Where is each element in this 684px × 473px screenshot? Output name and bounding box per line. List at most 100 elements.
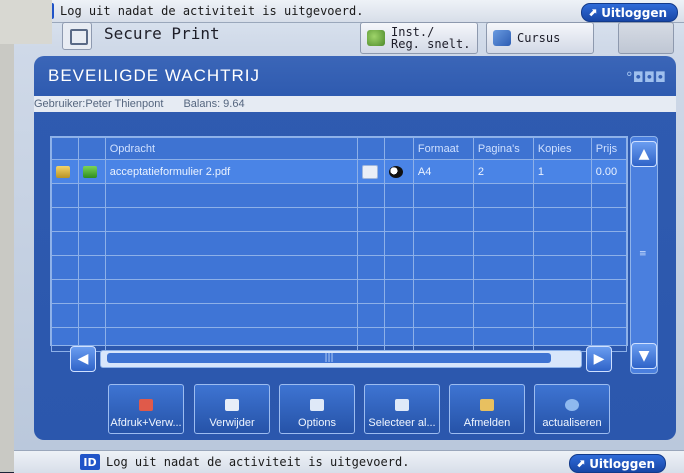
refresh-button[interactable]: actualiseren	[534, 384, 610, 434]
table-cell	[51, 255, 79, 280]
key-icon: ⬈	[575, 457, 586, 470]
delete-button[interactable]: Verwijder	[194, 384, 270, 434]
scroll-left-button[interactable]: ◀	[70, 346, 96, 372]
cursus-button[interactable]: Cursus	[486, 22, 594, 54]
table-cell	[412, 255, 474, 280]
logout-button-top[interactable]: ⬈ Uitloggen	[580, 3, 678, 22]
print-delete-icon	[139, 399, 153, 411]
device-frame-corner	[0, 0, 52, 44]
table-cell	[383, 279, 414, 304]
horizontal-scroll-track[interactable]: |||	[100, 350, 582, 368]
table-cell	[590, 303, 628, 328]
select-all-icon	[395, 399, 409, 411]
register-shortcut-button[interactable]: Inst./ Reg. snelt.	[360, 22, 478, 54]
cursus-icon	[493, 30, 511, 46]
table-cell	[472, 207, 534, 232]
column-header	[77, 137, 106, 160]
table-cell	[104, 279, 359, 304]
cursus-label: Cursus	[517, 31, 561, 45]
job-pages: 2	[472, 159, 534, 184]
table-cell	[383, 303, 414, 328]
table-cell	[590, 231, 628, 256]
vertical-scrollbar[interactable]: ▲ ≡ ▼	[630, 136, 658, 374]
options-button[interactable]: Options	[279, 384, 355, 434]
table-cell	[51, 207, 79, 232]
lock-cell	[51, 159, 79, 184]
top-status-bar: ID Log uit nadat de activiteit is uitgev…	[14, 0, 684, 23]
user-name: Gebruiker:Peter Thienpont	[34, 98, 164, 110]
scroll-right-button[interactable]: ▶	[586, 346, 612, 372]
print-and-delete-button[interactable]: Afdruk+Verw...	[108, 384, 184, 434]
table-cell	[472, 255, 534, 280]
color-cell	[383, 159, 414, 184]
horizontal-scrollbar[interactable]: ◀ ||| ▶	[70, 344, 616, 372]
column-header-kopies[interactable]: Kopies	[532, 137, 592, 160]
action-label: Afdruk+Verw...	[110, 417, 182, 429]
horizontal-scroll-thumb[interactable]: |||	[107, 353, 551, 363]
table-cell	[383, 183, 414, 208]
table-cell	[412, 303, 474, 328]
table-cell	[104, 303, 359, 328]
id-badge-icon: ID	[80, 454, 100, 470]
job-table: Opdracht Formaat Pagina's Kopies Prijs a…	[50, 136, 628, 352]
table-cell	[51, 279, 79, 304]
table-row[interactable]	[51, 231, 628, 256]
table-row[interactable]	[51, 303, 628, 328]
table-cell	[357, 207, 385, 232]
scroll-grip-icon: ≡	[639, 249, 647, 259]
column-header-prijs[interactable]: Prijs	[590, 137, 628, 160]
table-cell	[77, 231, 106, 256]
table-cell	[590, 207, 628, 232]
panel-decoration: °◘◘◘	[625, 70, 666, 86]
table-cell	[357, 255, 385, 280]
table-header-row: Opdracht Formaat Pagina's Kopies Prijs	[51, 137, 628, 160]
table-cell	[532, 303, 592, 328]
color-mode-icon	[388, 165, 403, 178]
user-info-bar: Gebruiker:Peter Thienpont Balans: 9.64	[34, 96, 676, 112]
table-cell	[532, 207, 592, 232]
select-all-button[interactable]: Selecteer al...	[364, 384, 440, 434]
column-header-formaat[interactable]: Formaat	[412, 137, 474, 160]
table-row[interactable]	[51, 279, 628, 304]
table-row[interactable]	[51, 183, 628, 208]
column-header-paginas[interactable]: Pagina's	[472, 137, 534, 160]
sign-out-button[interactable]: Afmelden	[449, 384, 525, 434]
table-cell	[77, 255, 106, 280]
register-shortcut-icon	[367, 30, 385, 46]
table-cell	[77, 207, 106, 232]
table-cell	[590, 183, 628, 208]
action-label: actualiseren	[542, 417, 602, 429]
table-cell	[383, 231, 414, 256]
table-cell	[472, 183, 534, 208]
table-cell	[590, 255, 628, 280]
table-cell	[51, 183, 79, 208]
table-cell	[532, 183, 592, 208]
delete-icon	[225, 399, 239, 411]
table-cell	[77, 183, 106, 208]
table-cell	[51, 231, 79, 256]
scroll-down-button[interactable]: ▼	[631, 343, 657, 369]
table-cell	[357, 231, 385, 256]
column-header-opdracht[interactable]: Opdracht	[104, 137, 359, 160]
logout-label: Uitloggen	[601, 5, 667, 20]
table-cell	[77, 303, 106, 328]
table-row[interactable]	[51, 207, 628, 232]
arrow-right-icon: ▶	[593, 351, 605, 367]
logout-button-bottom[interactable]: ⬈ Uitloggen	[568, 454, 666, 473]
table-cell	[104, 255, 359, 280]
device-frame-left	[0, 0, 14, 472]
table-cell	[532, 255, 592, 280]
doc-cell	[77, 159, 106, 184]
column-header	[383, 137, 414, 160]
action-button-row: Afdruk+Verw... Verwijder Options Selecte…	[90, 384, 610, 438]
table-row[interactable]	[51, 255, 628, 280]
app-header: Secure Print Inst./ Reg. snelt. Cursus	[14, 22, 684, 54]
refresh-icon	[565, 399, 579, 411]
table-cell	[590, 279, 628, 304]
scroll-up-button[interactable]: ▲	[631, 141, 657, 167]
column-header	[357, 137, 385, 160]
table-row[interactable]: acceptatieformulier 2.pdf A4 2 1 0.00	[51, 159, 628, 184]
table-cell	[383, 255, 414, 280]
job-name: acceptatieformulier 2.pdf	[104, 159, 359, 184]
arrow-left-icon: ◀	[77, 351, 89, 367]
